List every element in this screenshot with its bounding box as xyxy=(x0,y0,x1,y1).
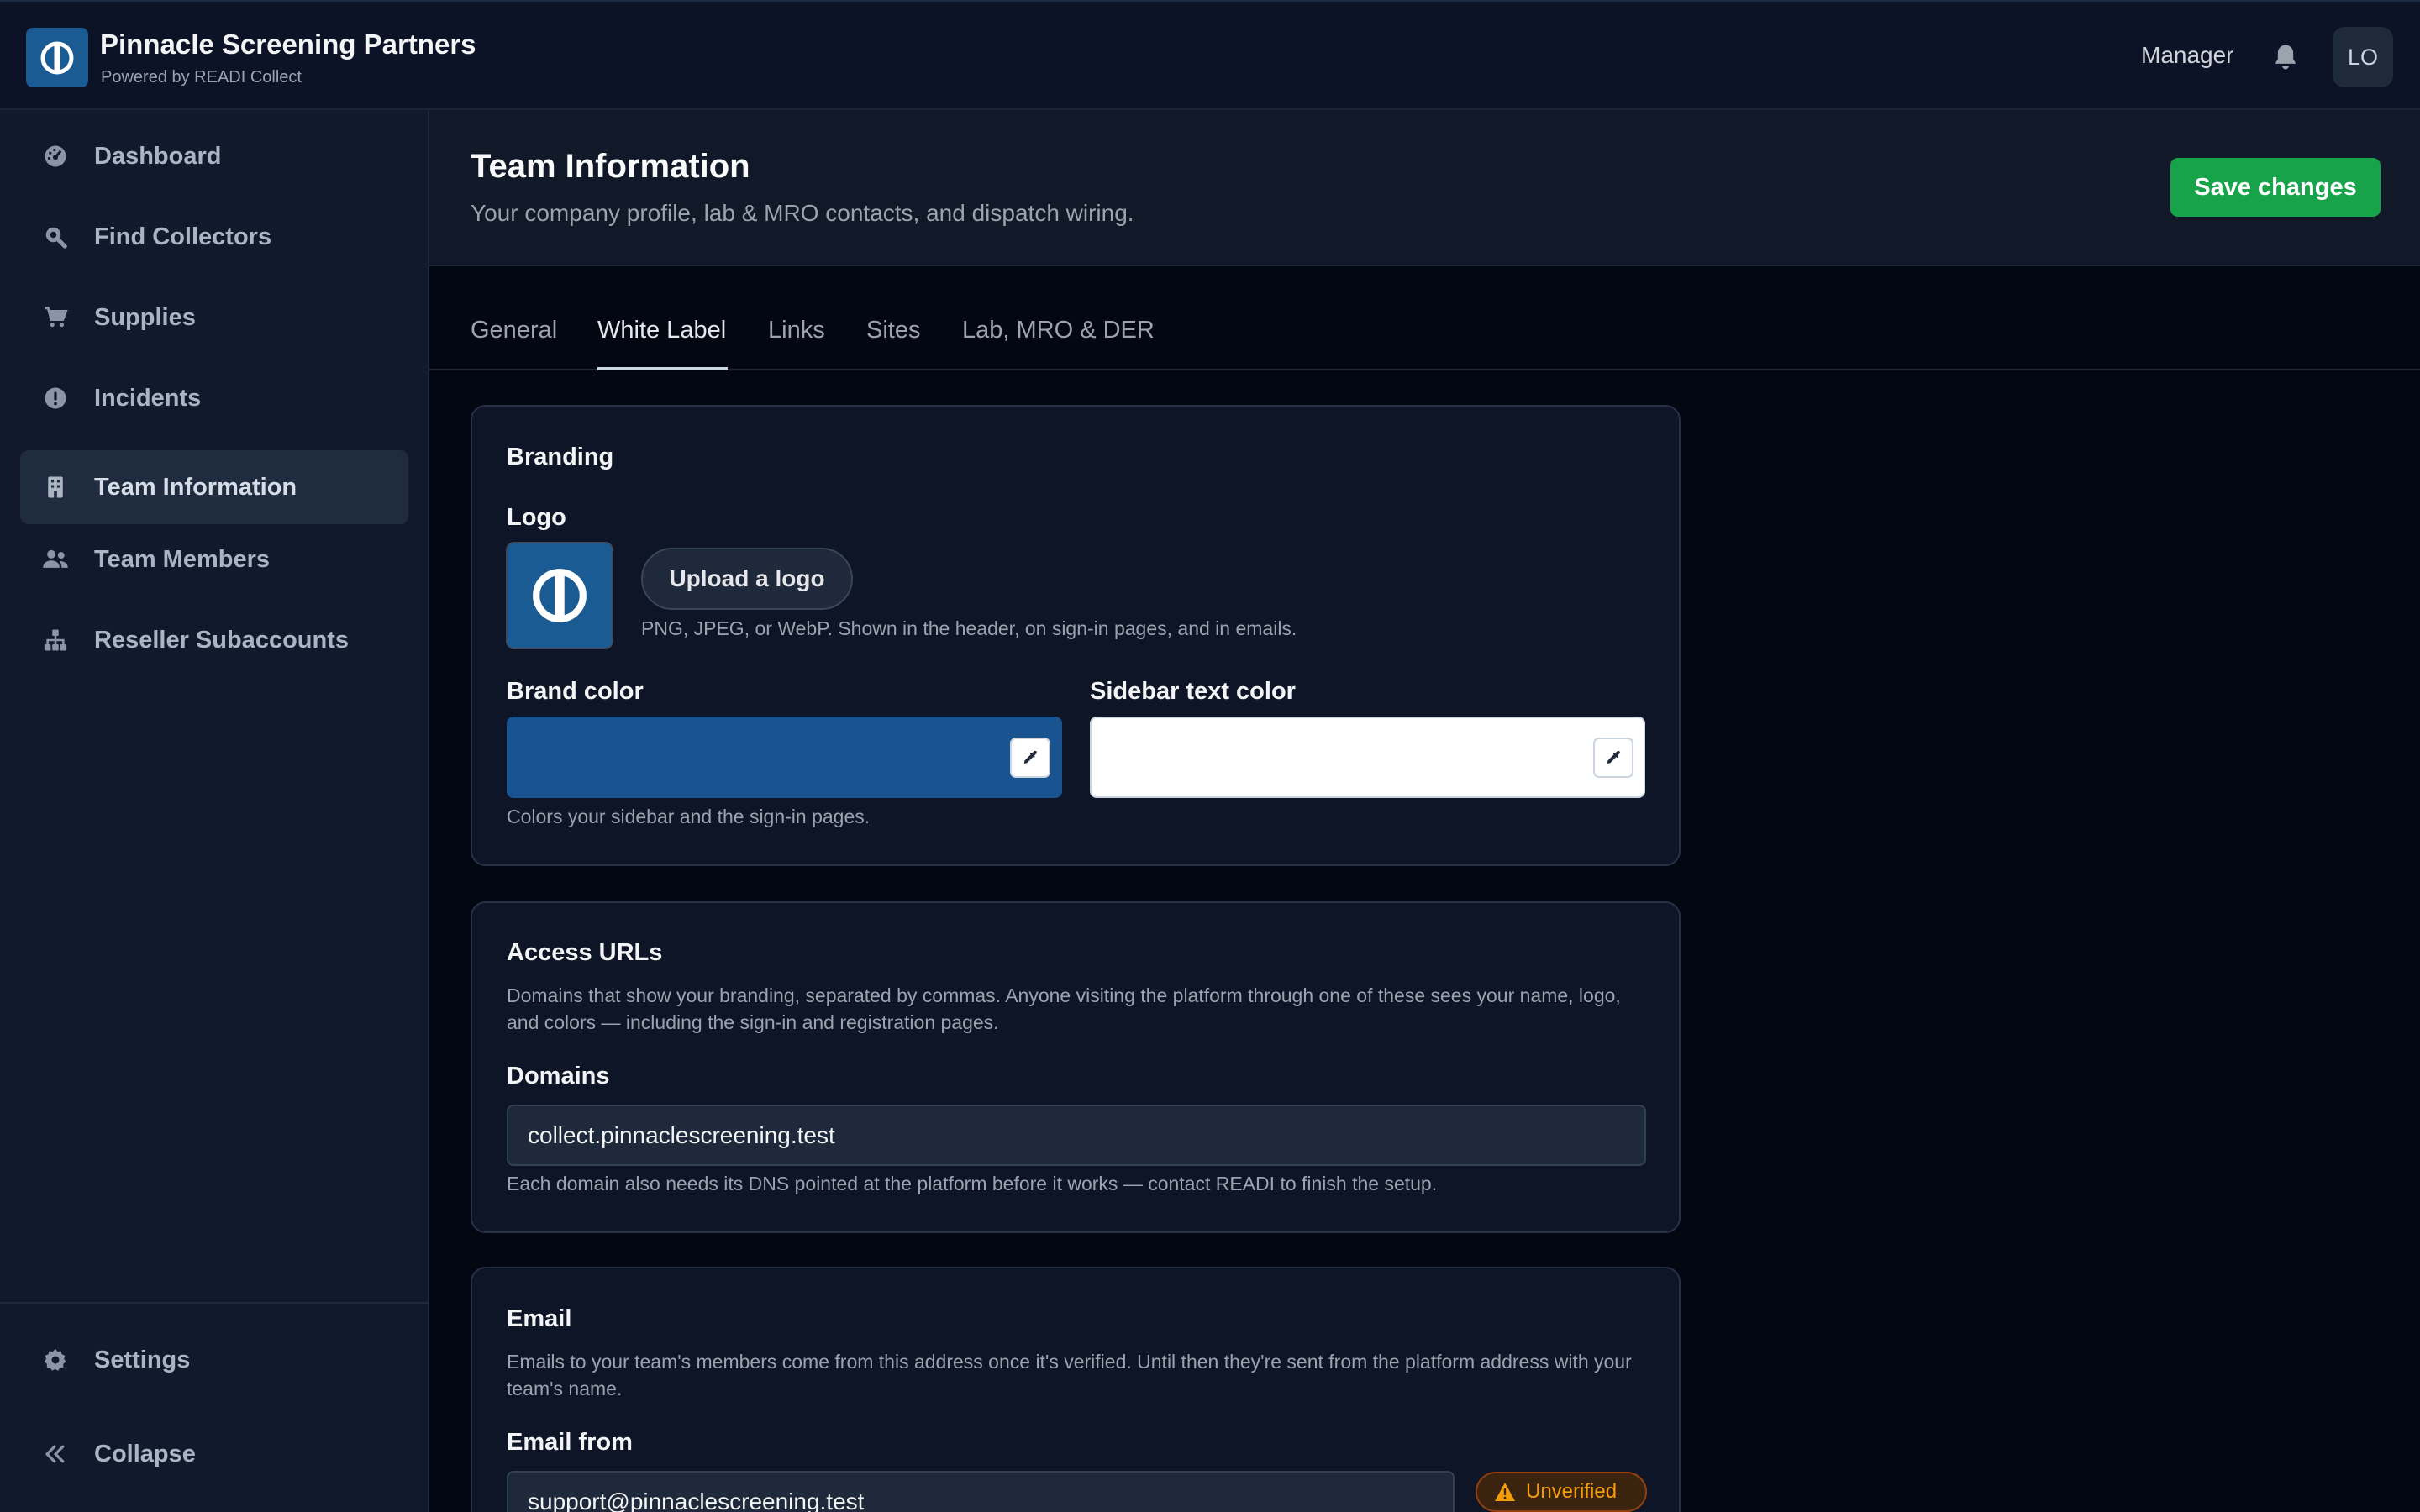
user-avatar[interactable]: LO xyxy=(2333,27,2393,87)
org-logo[interactable] xyxy=(26,28,88,87)
org-name: Pinnacle Screening Partners xyxy=(100,29,476,60)
sidebar-item-label: Reseller Subaccounts xyxy=(94,626,349,654)
access-urls-card: Access URLs Domains that show your brand… xyxy=(471,901,1681,1233)
sidebar-item-supplies[interactable]: Supplies xyxy=(20,281,408,354)
sidebar-item-find-collectors[interactable]: Find Collectors xyxy=(20,200,408,274)
sidebar-item-reseller-subaccounts[interactable]: Reseller Subaccounts xyxy=(20,603,408,677)
search-icon xyxy=(42,223,69,250)
email-from-input[interactable] xyxy=(507,1471,1455,1512)
logo-label: Logo xyxy=(507,504,566,531)
brand-color-picker-button[interactable] xyxy=(1010,738,1050,778)
sidebar-item-label: Collapse xyxy=(94,1440,196,1467)
cart-icon xyxy=(42,304,69,331)
bell-icon xyxy=(2275,45,2296,70)
gauge-icon xyxy=(42,143,69,170)
sidebar-text-color-picker-button[interactable] xyxy=(1593,738,1634,778)
sidebar-item-settings[interactable]: Settings xyxy=(20,1323,408,1397)
access-urls-card-title: Access URLs xyxy=(507,939,663,966)
save-changes-button[interactable]: Save changes xyxy=(2170,158,2381,217)
tab-links[interactable]: Links xyxy=(768,317,825,344)
sidebar-divider xyxy=(0,1302,428,1304)
brand-color-field[interactable] xyxy=(507,717,1062,798)
email-description: Emails to your team's members come from … xyxy=(507,1351,1632,1399)
hierarchy-icon xyxy=(42,627,69,654)
tab-general[interactable]: General xyxy=(471,317,557,344)
branding-card-title: Branding xyxy=(507,444,614,470)
email-card-title: Email xyxy=(507,1305,572,1332)
sidebar-item-label: Incidents xyxy=(94,384,202,412)
sidebar-item-label: Settings xyxy=(94,1346,191,1373)
unverified-status-badge: Unverified xyxy=(1476,1472,1647,1512)
email-card: Email Emails to your team's members come… xyxy=(471,1267,1681,1512)
page-header: Team Information Your company profile, l… xyxy=(429,110,2420,266)
notifications-button[interactable] xyxy=(2269,40,2302,74)
domains-help-text: Each domain also needs its DNS pointed a… xyxy=(507,1173,1438,1194)
domains-input[interactable] xyxy=(507,1105,1646,1166)
sidebar-item-incidents[interactable]: Incidents xyxy=(20,361,408,435)
logo-preview xyxy=(506,542,613,649)
sidebar-item-team-members[interactable]: Team Members xyxy=(20,522,408,596)
tab-white-label[interactable]: White Label xyxy=(597,317,726,344)
sidebar-collapse-button[interactable]: Collapse xyxy=(20,1417,408,1491)
users-icon xyxy=(42,546,69,573)
domains-label: Domains xyxy=(507,1063,610,1089)
alert-circle-icon xyxy=(42,385,69,412)
building-icon xyxy=(42,474,69,501)
brand-color-label: Brand color xyxy=(507,678,644,705)
sidebar: Dashboard Find Collectors Supplies Incid… xyxy=(0,110,429,1512)
sidebar-item-label: Team Information xyxy=(94,473,297,501)
sidebar-item-label: Dashboard xyxy=(94,142,222,170)
sidebar-text-color-field[interactable] xyxy=(1090,717,1645,798)
sidebar-item-label: Team Members xyxy=(94,545,270,573)
sidebar-item-label: Supplies xyxy=(94,303,196,331)
tab-sites[interactable]: Sites xyxy=(866,317,920,344)
sidebar-text-color-label: Sidebar text color xyxy=(1090,678,1296,705)
sidebar-item-dashboard[interactable]: Dashboard xyxy=(20,119,408,193)
org-logo-mark-icon xyxy=(533,569,587,622)
top-header: Pinnacle Screening Partners Powered by R… xyxy=(0,0,2420,110)
powered-by-text: Powered by READI Collect xyxy=(101,68,302,87)
logo-help-text: PNG, JPEG, or WebP. Shown in the header,… xyxy=(641,617,1297,639)
chevrons-left-icon xyxy=(42,1441,69,1467)
eyedropper-icon xyxy=(1607,750,1620,764)
branding-card: Branding Logo Upload a logo PNG, JPEG, o… xyxy=(471,405,1681,866)
role-selector[interactable]: Manager xyxy=(2141,42,2234,69)
page-title: Team Information xyxy=(471,148,750,185)
colors-help-text: Colors your sidebar and the sign-in page… xyxy=(507,806,871,827)
status-label: Unverified xyxy=(1526,1480,1618,1503)
tab-lab-mro-der[interactable]: Lab, MRO & DER xyxy=(962,317,1155,344)
org-logo-mark-icon xyxy=(40,41,74,74)
gear-icon xyxy=(42,1347,69,1373)
email-from-label: Email from xyxy=(507,1429,633,1456)
warning-icon xyxy=(1495,1483,1515,1501)
tab-bar: General White Label Links Sites Lab, MRO… xyxy=(429,266,2420,370)
sidebar-item-label: Find Collectors xyxy=(94,223,272,250)
sidebar-item-team-information[interactable]: Team Information xyxy=(20,450,408,524)
page-subtitle: Your company profile, lab & MRO contacts… xyxy=(471,200,1134,226)
eyedropper-icon xyxy=(1023,750,1037,764)
upload-logo-button[interactable]: Upload a logo xyxy=(641,548,853,610)
access-urls-description: Domains that show your branding, separat… xyxy=(507,984,1621,1033)
active-tab-indicator xyxy=(597,367,728,370)
